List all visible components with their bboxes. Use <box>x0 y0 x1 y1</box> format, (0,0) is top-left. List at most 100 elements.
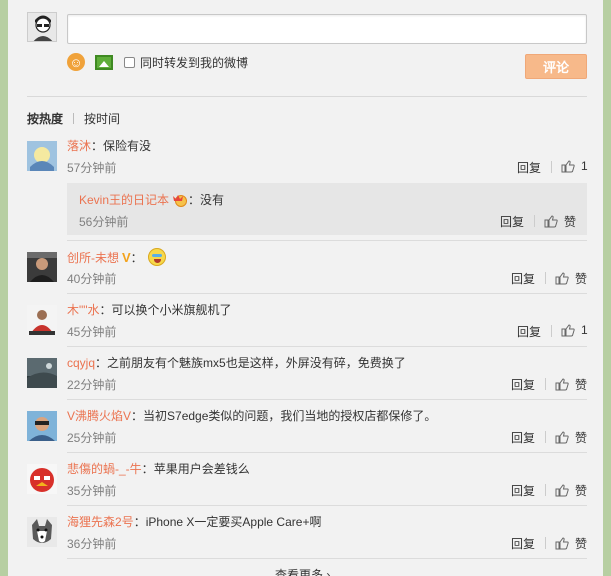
comment-time[interactable]: 56分钟前 <box>79 213 128 230</box>
like-count: 赞 <box>564 215 577 229</box>
comment-time[interactable]: 40分钟前 <box>67 270 116 287</box>
avatar[interactable] <box>27 141 57 171</box>
reply-button[interactable]: 回复 <box>517 323 541 340</box>
like-button[interactable]: 1 <box>561 159 588 173</box>
comment-line: V沸腾火焰V ： 当初S7edge类似的问题，我们当地的授权店都保修了。 <box>67 407 436 424</box>
avatar[interactable] <box>27 517 57 547</box>
comment-author[interactable]: 创所-未想 <box>67 249 119 266</box>
comment-separator: ： <box>188 193 201 207</box>
comment-author[interactable]: 木""水 <box>67 301 100 318</box>
like-button[interactable]: 赞 <box>555 429 587 446</box>
comment-divider <box>67 346 587 347</box>
member-badge-icon <box>172 193 188 207</box>
reply-button[interactable]: 回复 <box>511 429 535 446</box>
tab-separator <box>73 113 75 124</box>
comment-text: 可以换个小米旗舰机了 <box>111 303 232 317</box>
thumbs-up-icon <box>561 159 575 173</box>
thumbs-up-icon <box>555 378 569 391</box>
thumbs-up-icon <box>561 323 575 337</box>
image-icon[interactable] <box>95 54 113 70</box>
avatar[interactable] <box>27 252 57 282</box>
comment-separator: ： <box>99 303 112 317</box>
comment-author[interactable]: 海狸先森2号 <box>67 513 134 530</box>
like-button[interactable]: 赞 <box>555 482 587 499</box>
like-count: 1 <box>581 323 588 337</box>
comment-separator: ： <box>133 515 146 529</box>
comment-time[interactable]: 57分钟前 <box>67 159 116 176</box>
action-separator <box>545 484 546 496</box>
tab-sort-time[interactable]: 按时间 <box>84 110 120 127</box>
sort-tabs: 按热度 按时间 <box>27 110 120 127</box>
thumbs-up-icon <box>544 215 558 228</box>
like-count: 赞 <box>575 431 588 445</box>
like-count: 赞 <box>575 537 588 551</box>
comment-text: 保险有没 <box>103 139 152 153</box>
repost-label: 同时转发到我的微博 <box>140 55 249 70</box>
like-count: 赞 <box>575 378 588 392</box>
action-separator <box>551 325 552 337</box>
comment-time[interactable]: 36分钟前 <box>67 535 116 552</box>
divider <box>27 96 587 97</box>
like-count: 1 <box>581 159 588 173</box>
reply-button[interactable]: 回复 <box>511 376 535 393</box>
composer-tools: ☺ 同时转发到我的微博 <box>67 52 248 72</box>
comment-separator: ： <box>91 139 104 153</box>
comment-text: 当初S7edge类似的问题，我们当地的授权店都保修了。 <box>143 409 437 423</box>
comment-line: 创所-未想 V ： <box>67 248 166 266</box>
comment-author[interactable]: V沸腾火焰V <box>67 407 131 424</box>
comment-time[interactable]: 35分钟前 <box>67 482 116 499</box>
like-button[interactable]: 赞 <box>555 270 587 287</box>
comment-line: 海狸先森2号 ： iPhone X一定要买Apple Care+啊 <box>67 513 321 530</box>
thumbs-up-icon <box>555 484 569 497</box>
reply-button[interactable]: 回复 <box>517 159 541 176</box>
submit-comment-button[interactable]: 评论 <box>525 54 587 79</box>
like-count: 赞 <box>575 484 588 498</box>
comment-time[interactable]: 45分钟前 <box>67 323 116 340</box>
crying-laughing-emoji-icon <box>147 248 166 266</box>
reply-button[interactable]: 回复 <box>511 535 535 552</box>
comment-separator: ： <box>95 356 108 370</box>
current-user-avatar[interactable] <box>27 12 57 42</box>
reply-button[interactable]: 回复 <box>500 213 524 230</box>
comment-text: iPhone X一定要买Apple Care+啊 <box>145 515 322 529</box>
comment-line: 落沐 ： 保险有没 <box>67 137 151 154</box>
comment-author[interactable]: Kevin王的日记本 <box>79 191 169 208</box>
comment-divider <box>67 240 587 241</box>
avatar[interactable] <box>27 464 57 494</box>
comment-separator: ： <box>141 462 154 476</box>
comment-time[interactable]: 22分钟前 <box>67 376 116 393</box>
action-separator <box>545 378 546 390</box>
comment-author[interactable]: 落沐 <box>67 137 91 154</box>
reply-button[interactable]: 回复 <box>511 270 535 287</box>
verified-v-icon: V <box>122 249 131 265</box>
comment-text: 苹果用户会差钱么 <box>153 462 250 476</box>
comment-author[interactable]: 悲傷的蝸-_-牛 <box>67 460 142 477</box>
action-separator <box>545 272 546 284</box>
comment-panel: ☺ 同时转发到我的微博 评论 按热度 按时间 落沐 ： 保险有没 57分钟前 回… <box>8 0 603 576</box>
avatar[interactable] <box>27 411 57 441</box>
like-button[interactable]: 赞 <box>544 213 576 230</box>
comment-time[interactable]: 25分钟前 <box>67 429 116 446</box>
comment-line: cqyjq ： 之前朋友有个魅族mx5也是这样，外屏没有碎，免费换了 <box>67 354 406 371</box>
comment-divider <box>67 558 587 559</box>
like-button[interactable]: 赞 <box>555 535 587 552</box>
comment-line: Kevin王的日记本 ： 没有 <box>79 191 224 208</box>
comment-separator: ： <box>131 409 144 423</box>
comment-author[interactable]: cqyjq <box>67 356 95 370</box>
comment-input[interactable] <box>67 14 587 44</box>
action-separator <box>545 431 546 443</box>
reply-button[interactable]: 回复 <box>511 482 535 499</box>
view-more-link[interactable]: 查看更多 › <box>275 566 330 576</box>
avatar[interactable] <box>27 305 57 335</box>
comment-divider <box>67 293 587 294</box>
repost-checkbox[interactable] <box>124 56 135 68</box>
avatar[interactable] <box>27 358 57 388</box>
thumbs-up-icon <box>555 272 569 285</box>
like-button[interactable]: 赞 <box>555 376 587 393</box>
thumbs-up-icon <box>555 537 569 550</box>
action-separator <box>551 161 552 173</box>
emoji-icon[interactable]: ☺ <box>67 53 85 71</box>
like-button[interactable]: 1 <box>561 323 588 337</box>
action-separator <box>545 537 546 549</box>
tab-sort-hot[interactable]: 按热度 <box>27 110 63 127</box>
